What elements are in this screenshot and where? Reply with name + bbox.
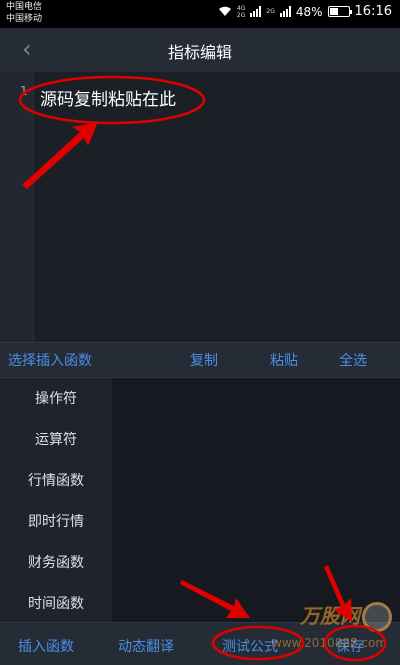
- function-category-list: 操作符 运算符 行情函数 即时行情 财务函数 时间函数: [0, 378, 112, 622]
- category-arithmetic[interactable]: 运算符: [0, 429, 112, 449]
- network-tags: 4G 2G: [236, 4, 246, 19]
- save-button[interactable]: 保存: [336, 636, 364, 656]
- line-number: 1: [20, 84, 28, 98]
- edit-action-row: 选择插入函数 复制 粘贴 全选: [0, 342, 400, 378]
- category-realtime-quotes[interactable]: 即时行情: [0, 511, 112, 531]
- battery-percent: 48%: [295, 4, 323, 19]
- line-gutter: [0, 72, 34, 342]
- status-indicators: 4G 2G 2G 48% 16:16: [218, 4, 392, 19]
- select-all-button[interactable]: 全选: [339, 350, 367, 370]
- function-list-panel[interactable]: [112, 378, 400, 622]
- wifi-icon: [218, 6, 231, 16]
- category-operators[interactable]: 操作符: [0, 388, 112, 408]
- carrier-2: 中国移动: [6, 14, 43, 24]
- nav-bar: ‹ 指标编辑: [0, 28, 400, 72]
- network-tag-2: 2G: [266, 8, 275, 15]
- category-time-functions[interactable]: 时间函数: [0, 593, 112, 613]
- code-editor[interactable]: 1 源码复制粘贴在此: [0, 72, 400, 342]
- copy-button[interactable]: 复制: [190, 350, 218, 370]
- test-formula-button[interactable]: 测试公式: [222, 636, 278, 656]
- page-title: 指标编辑: [167, 43, 232, 62]
- clock: 16:16: [354, 4, 392, 19]
- category-financial-functions[interactable]: 财务函数: [0, 552, 112, 572]
- category-market-functions[interactable]: 行情函数: [0, 470, 112, 490]
- signal-icon-2: [279, 6, 291, 17]
- battery-icon: [327, 6, 352, 17]
- select-insert-function-button[interactable]: 选择插入函数: [8, 350, 92, 370]
- insert-function-button[interactable]: 插入函数: [18, 636, 74, 656]
- bottom-toolbar: 插入函数 动态翻译 测试公式 保存: [0, 622, 400, 665]
- paste-button[interactable]: 粘贴: [270, 350, 298, 370]
- dynamic-translate-button[interactable]: 动态翻译: [118, 636, 174, 656]
- editor-content[interactable]: 源码复制粘贴在此: [40, 85, 176, 110]
- carrier-1: 中国电信: [6, 2, 43, 12]
- signal-icon: [250, 6, 262, 17]
- status-bar: 中国电信 中国移动 4G 2G 2G 48% 16:16: [0, 0, 400, 28]
